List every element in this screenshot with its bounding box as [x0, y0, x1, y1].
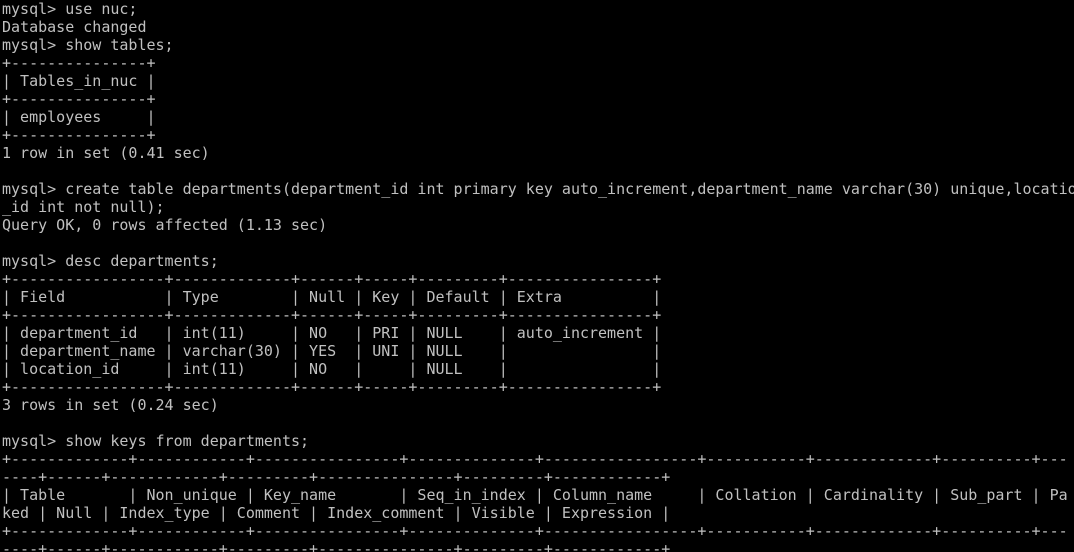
console-line: 1 row in set (0.41 sec)	[2, 144, 210, 162]
console-line: _id int not null);	[2, 198, 165, 216]
console-line: mysql> create table departments(departme…	[2, 180, 1074, 198]
console-line: +---------------+	[2, 54, 156, 72]
console-line: ----+------+------------+---------+-----…	[2, 540, 671, 552]
console-line: mysql> show tables;	[2, 36, 174, 54]
console-line: +-----------------+-------------+------+…	[2, 270, 662, 288]
console-output[interactable]: mysql> use nuc; Database changed mysql> sh…	[0, 0, 1074, 552]
console-line: ----+------+------------+---------+-----…	[2, 468, 671, 486]
console-line: | employees |	[2, 108, 156, 126]
console-line: | department_name | varchar(30) | YES | …	[2, 342, 662, 360]
console-line: | Table | Non_unique | Key_name | Seq_in…	[2, 486, 1068, 504]
console-line: | location_id | int(11) | NO | | NULL | …	[2, 360, 662, 378]
console-line: | Tables_in_nuc |	[2, 72, 156, 90]
console-line: +-------------+------------+------------…	[2, 522, 1068, 540]
console-line: Query OK, 0 rows affected (1.13 sec)	[2, 216, 328, 234]
terminal-window[interactable]: mysql> use nuc; Database changed mysql> sh…	[0, 0, 1074, 552]
console-line: 3 rows in set (0.24 sec)	[2, 396, 219, 414]
console-line: ked | Null | Index_type | Comment | Inde…	[2, 504, 671, 522]
console-line: | department_id | int(11) | NO | PRI | N…	[2, 324, 662, 342]
console-line: mysql> use nuc;	[2, 0, 138, 18]
console-line: | Field | Type | Null | Key | Default | …	[2, 288, 662, 306]
console-line: mysql> show keys from departments;	[2, 432, 310, 450]
console-line: mysql> desc departments;	[2, 252, 219, 270]
console-line: +-------------+------------+------------…	[2, 450, 1068, 468]
console-line: +---------------+	[2, 90, 156, 108]
console-line: +-----------------+-------------+------+…	[2, 378, 662, 396]
console-line: +---------------+	[2, 126, 156, 144]
console-line: Database changed	[2, 18, 147, 36]
console-line: +-----------------+-------------+------+…	[2, 306, 662, 324]
